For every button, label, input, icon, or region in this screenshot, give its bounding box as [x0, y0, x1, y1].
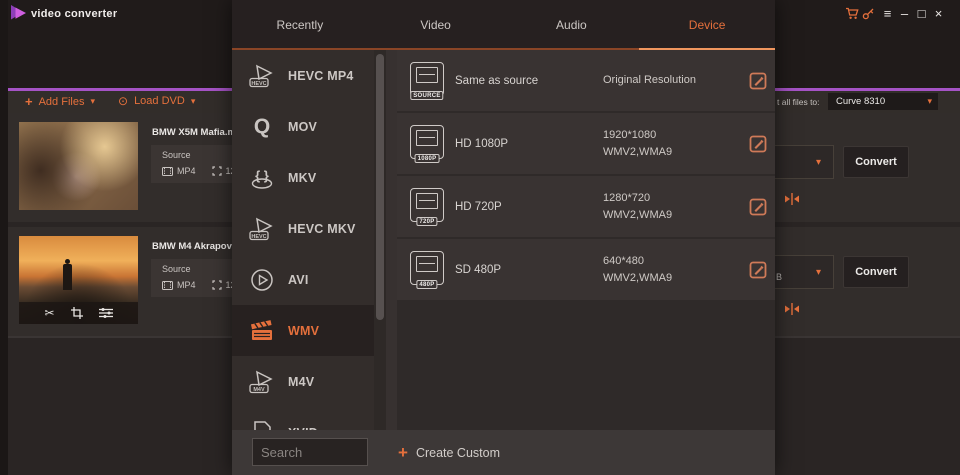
video-converter-window: video converter ≡ – □ × + Add Files ▾ ⊙ …	[0, 0, 960, 475]
load-dvd-button[interactable]: ⊙ Load DVD ▾	[118, 94, 195, 108]
crop-icon[interactable]	[70, 307, 83, 319]
preset-resolution: 1920*1080	[603, 128, 657, 141]
format-list-scrollbar[interactable]	[374, 50, 386, 432]
format-item-hevc-mkv[interactable]: HEVC HEVC MKV	[232, 203, 374, 254]
svg-text:M4V: M4V	[253, 387, 265, 393]
film-icon	[162, 280, 173, 290]
merge-icon[interactable]	[783, 192, 801, 206]
preset-same-as-source[interactable]: SOURCE Same as source Original Resolutio…	[397, 50, 775, 111]
format-list: HEVC HEVC MP4 Q MOV { } MKV HEVC HEVC MK…	[232, 50, 374, 432]
convert-all-files-label: t all files to:	[777, 97, 820, 107]
preset-options-list: SOURCE Same as source Original Resolutio…	[397, 50, 775, 430]
resolution-icon	[211, 166, 222, 176]
panel-footer: + Create Custom	[232, 430, 775, 475]
chevron-down-icon: ▾	[815, 156, 821, 168]
tab-recently[interactable]: Recently	[232, 0, 368, 50]
plus-icon: +	[398, 443, 408, 462]
store-cart-icon[interactable]	[845, 7, 862, 20]
chevron-down-icon: ▾	[815, 266, 821, 278]
1080p-preset-icon: 1080P	[410, 125, 444, 163]
chevron-down-icon: ▾	[927, 96, 932, 106]
480p-preset-icon: 480P	[410, 251, 444, 289]
convert-button[interactable]: Convert	[843, 256, 909, 288]
quicktime-icon: Q	[253, 115, 271, 138]
hevc-play-icon: HEVC	[248, 62, 276, 90]
edit-preset-icon[interactable]	[749, 261, 767, 279]
convert-button[interactable]: Convert	[843, 146, 909, 178]
format-item-m4v[interactable]: M4V M4V	[232, 356, 374, 407]
preset-resolution: 640*480	[603, 254, 644, 267]
menu-icon[interactable]: ≡	[879, 6, 896, 21]
create-custom-button[interactable]: + Create Custom	[398, 430, 500, 475]
output-format-panel: Recently Video Audio Device HEVC HEVC MP…	[232, 0, 775, 475]
panel-tabbar: Recently Video Audio Device	[232, 0, 775, 50]
svg-text:HEVC: HEVC	[251, 234, 266, 240]
disc-icon: ⊙	[118, 94, 129, 108]
clapperboard-icon	[248, 317, 276, 345]
tab-audio[interactable]: Audio	[504, 0, 640, 50]
format-item-avi[interactable]: AVI	[232, 254, 374, 305]
m4v-play-icon: M4V	[248, 368, 276, 396]
edit-preset-icon[interactable]	[749, 198, 767, 216]
close-button[interactable]: ×	[930, 6, 947, 21]
edit-preset-icon[interactable]	[749, 135, 767, 153]
output-profile-dropdown[interactable]: Curve 8310 ▾	[828, 93, 938, 110]
resolution-icon	[211, 280, 222, 290]
format-item-wmv[interactable]: WMV	[232, 305, 374, 356]
format-item-mkv[interactable]: { } MKV	[232, 152, 374, 203]
svg-text:{ }: { }	[255, 168, 269, 183]
search-input[interactable]	[252, 438, 368, 466]
source-preset-icon: SOURCE	[410, 62, 444, 100]
plus-icon: +	[25, 94, 33, 109]
preset-hd-720p[interactable]: 720P HD 720P 1280*720 WMV2,WMA9	[397, 176, 775, 237]
film-icon	[162, 166, 173, 176]
thumbnail-figure	[63, 259, 72, 290]
preset-codecs: WMV2,WMA9	[603, 145, 673, 158]
app-logo-icon	[9, 4, 29, 21]
edit-preset-icon[interactable]	[749, 72, 767, 90]
add-files-button[interactable]: + Add Files ▾	[25, 94, 95, 109]
file-size-suffix: B	[776, 272, 783, 282]
app-title: video converter	[31, 8, 118, 20]
format-item-mov[interactable]: Q MOV	[232, 101, 374, 152]
source-info-box: Source MP4 128	[151, 259, 243, 297]
minimize-button[interactable]: –	[896, 6, 913, 21]
preset-codecs: WMV2,WMA9	[603, 208, 673, 221]
tab-device[interactable]: Device	[639, 0, 775, 50]
tab-video[interactable]: Video	[368, 0, 504, 50]
trim-scissors-icon[interactable]: ✂	[44, 307, 54, 319]
matroska-icon: { }	[248, 164, 276, 192]
hevc-play-icon: HEVC	[248, 215, 276, 243]
preset-codecs: WMV2,WMA9	[603, 271, 673, 284]
chevron-down-icon[interactable]: ▾	[90, 96, 95, 107]
effects-sliders-icon[interactable]	[98, 307, 113, 319]
register-key-icon[interactable]	[862, 7, 879, 20]
play-circle-icon	[248, 266, 276, 294]
window-left-edge	[0, 0, 8, 475]
video-thumbnail[interactable]	[19, 122, 138, 210]
svg-text:HEVC: HEVC	[251, 81, 266, 87]
chevron-down-icon[interactable]: ▾	[191, 96, 196, 107]
scrollbar-thumb[interactable]	[376, 54, 384, 320]
preset-hd-1080p[interactable]: 1080P HD 1080P 1920*1080 WMV2,WMA9	[397, 113, 775, 174]
preset-sd-480p[interactable]: 480P SD 480P 640*480 WMV2,WMA9	[397, 239, 775, 300]
format-item-xvid[interactable]: XVID	[232, 407, 374, 432]
preset-resolution: Original Resolution	[603, 74, 696, 86]
thumbnail-edit-toolbar: ✂	[19, 302, 138, 324]
preset-resolution: 1280*720	[603, 191, 651, 204]
source-info-box: Source MP4 128	[151, 145, 243, 183]
720p-preset-icon: 720P	[410, 188, 444, 226]
merge-icon[interactable]	[783, 302, 801, 316]
video-thumbnail[interactable]: ✂	[19, 236, 138, 324]
maximize-button[interactable]: □	[913, 6, 930, 21]
format-item-hevc-mp4[interactable]: HEVC HEVC MP4	[232, 50, 374, 101]
